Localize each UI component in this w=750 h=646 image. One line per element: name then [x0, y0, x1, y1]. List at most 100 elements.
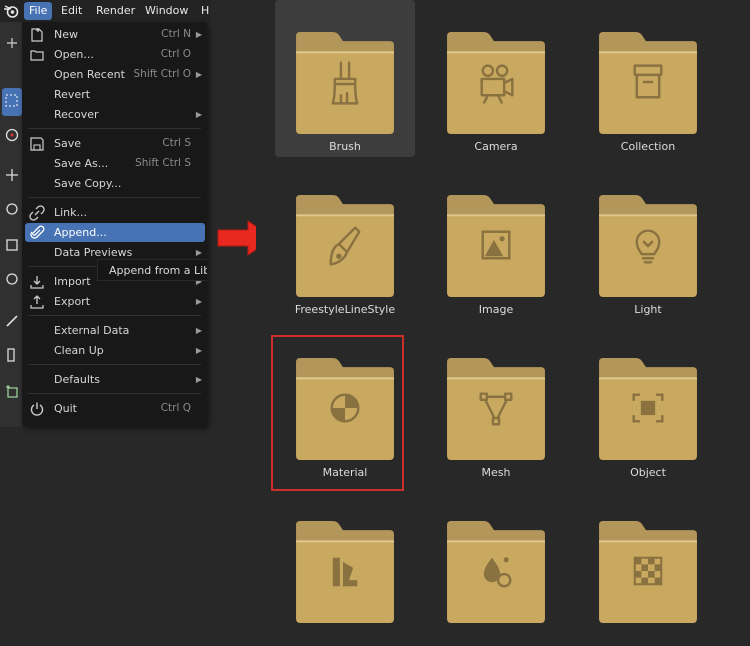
- menu-item-label: New: [54, 28, 78, 41]
- submenu-arrow-icon: ▶: [195, 70, 202, 79]
- tile-label: Brush: [329, 140, 361, 153]
- menu-separator: [28, 393, 201, 394]
- tile-brush[interactable]: Brush: [275, 0, 415, 157]
- menu-item-label: Link...: [54, 206, 88, 219]
- menu-item-label: Recover: [54, 108, 99, 121]
- menu-item-revert[interactable]: Revert: [25, 85, 205, 104]
- menu-item-shortcut: Ctrl S: [162, 137, 191, 149]
- menu-item-label: Open Recent: [54, 68, 125, 81]
- file-browser-grid: Brush Camera Collection FreestyleLineSty…: [256, 0, 750, 623]
- tool-add-cube[interactable]: [2, 378, 22, 406]
- tile-light[interactable]: Light: [578, 163, 718, 320]
- menu-item-save[interactable]: Save Ctrl S: [25, 134, 205, 153]
- menu-item-label: Open...: [54, 48, 94, 61]
- tool-cursor[interactable]: [2, 122, 22, 150]
- menu-item-label: Import: [54, 275, 91, 288]
- menu-item-external-data[interactable]: External Data ▶: [25, 321, 205, 340]
- add-cube-icon: [6, 385, 18, 398]
- tool-shelf: [0, 22, 22, 427]
- menu-edit[interactable]: Edit: [56, 2, 87, 20]
- tile-camera[interactable]: Camera: [426, 0, 566, 157]
- blender-logo-icon[interactable]: [3, 3, 19, 19]
- menu-item-label: Save Copy...: [54, 177, 122, 190]
- tile-texture[interactable]: [578, 489, 718, 646]
- menu-help[interactable]: H: [196, 2, 214, 20]
- cursor-icon: [5, 128, 19, 142]
- menu-render[interactable]: Render: [91, 2, 140, 20]
- tool-select-box[interactable]: [2, 88, 22, 116]
- menu-item-defaults[interactable]: Defaults ▶: [25, 370, 205, 389]
- menu-item-save-as[interactable]: Save As... Shift Ctrl S: [25, 154, 205, 173]
- folder-icon: [447, 32, 545, 134]
- tool-scale[interactable]: [2, 232, 22, 260]
- menu-separator: [28, 128, 201, 129]
- measure-icon: [7, 348, 15, 362]
- folder-icon: [296, 195, 394, 297]
- tile-label: Camera: [474, 140, 518, 153]
- tile-freestylelinestyle[interactable]: FreestyleLineStyle: [275, 163, 415, 320]
- menu-window[interactable]: Window: [140, 2, 193, 20]
- menu-file[interactable]: File: [24, 2, 53, 20]
- tool-move[interactable]: [2, 162, 22, 190]
- tool-measure[interactable]: [2, 342, 22, 370]
- tile-label: Mesh: [481, 466, 511, 479]
- menu-item-export[interactable]: Export ▶: [25, 292, 205, 311]
- import-icon: [30, 276, 44, 289]
- menu-item-shortcut: Shift Ctrl S: [135, 157, 191, 169]
- tile-mesh[interactable]: Mesh: [426, 326, 566, 483]
- menu-item-label: Defaults: [54, 373, 100, 386]
- tool-transform[interactable]: [2, 266, 22, 294]
- menu-item-clean-up[interactable]: Clean Up ▶: [25, 341, 205, 360]
- transform-icon: [7, 38, 17, 48]
- menu-item-save-copy[interactable]: Save Copy...: [25, 174, 205, 193]
- folder-icon: [599, 32, 697, 134]
- tile-particles[interactable]: [426, 489, 566, 646]
- menu-item-shortcut: Ctrl N: [161, 28, 191, 40]
- menu-item-quit[interactable]: Quit Ctrl Q: [25, 399, 205, 418]
- menu-item-label: Quit: [54, 402, 77, 415]
- tile-object[interactable]: Object: [578, 326, 718, 483]
- menu-item-shortcut: Ctrl O: [160, 48, 191, 60]
- menu-separator: [28, 364, 201, 365]
- append-icon: [30, 225, 45, 239]
- new-file-icon: [31, 28, 43, 42]
- folder-icon: [599, 521, 697, 623]
- folder-open-icon: [30, 50, 44, 61]
- tile-image[interactable]: Image: [426, 163, 566, 320]
- submenu-arrow-icon: ▶: [195, 110, 202, 119]
- tile-label: FreestyleLineStyle: [294, 303, 396, 316]
- power-icon: [30, 402, 44, 416]
- link-icon: [29, 205, 45, 221]
- menu-item-label: Export: [54, 295, 91, 308]
- folder-icon: [447, 358, 545, 460]
- tile-collection[interactable]: Collection: [578, 0, 718, 157]
- submenu-arrow-icon: ▶: [195, 346, 202, 355]
- folder-icon: [447, 195, 545, 297]
- tile-palette[interactable]: [275, 489, 415, 646]
- select-box-icon: [5, 94, 18, 107]
- file-menu-dropdown: New Ctrl N ▶ Open... Ctrl O Open Recent …: [22, 22, 207, 426]
- top-menubar: File Edit Render Window H: [0, 0, 210, 22]
- folder-icon: [296, 521, 394, 623]
- menu-separator: [28, 315, 201, 316]
- tool-transform-toggle[interactable]: [2, 30, 22, 58]
- menu-item-shortcut: Shift Ctrl O: [133, 68, 192, 80]
- tool-annotate[interactable]: [2, 308, 22, 336]
- menu-item-append[interactable]: Append...: [25, 223, 205, 242]
- submenu-arrow-icon: ▶: [195, 375, 202, 384]
- menu-item-open[interactable]: Open... Ctrl O: [25, 45, 205, 64]
- submenu-arrow-icon: ▶: [195, 30, 202, 39]
- tool-rotate[interactable]: [2, 196, 22, 224]
- tile-label: Object: [630, 466, 666, 479]
- menu-item-recover[interactable]: Recover ▶: [25, 105, 205, 124]
- menu-item-new[interactable]: New Ctrl N ▶: [25, 25, 205, 44]
- folder-icon: [599, 195, 697, 297]
- menu-item-open-recent[interactable]: Open Recent Shift Ctrl O ▶: [25, 65, 205, 84]
- export-icon: [30, 295, 44, 309]
- menu-item-link[interactable]: Link...: [25, 203, 205, 222]
- menu-item-label: Revert: [54, 88, 91, 101]
- rotate-icon: [6, 203, 18, 215]
- menu-item-label: Save As...: [54, 157, 109, 170]
- material-highlight-box: [271, 335, 404, 491]
- submenu-arrow-icon: ▶: [195, 326, 202, 335]
